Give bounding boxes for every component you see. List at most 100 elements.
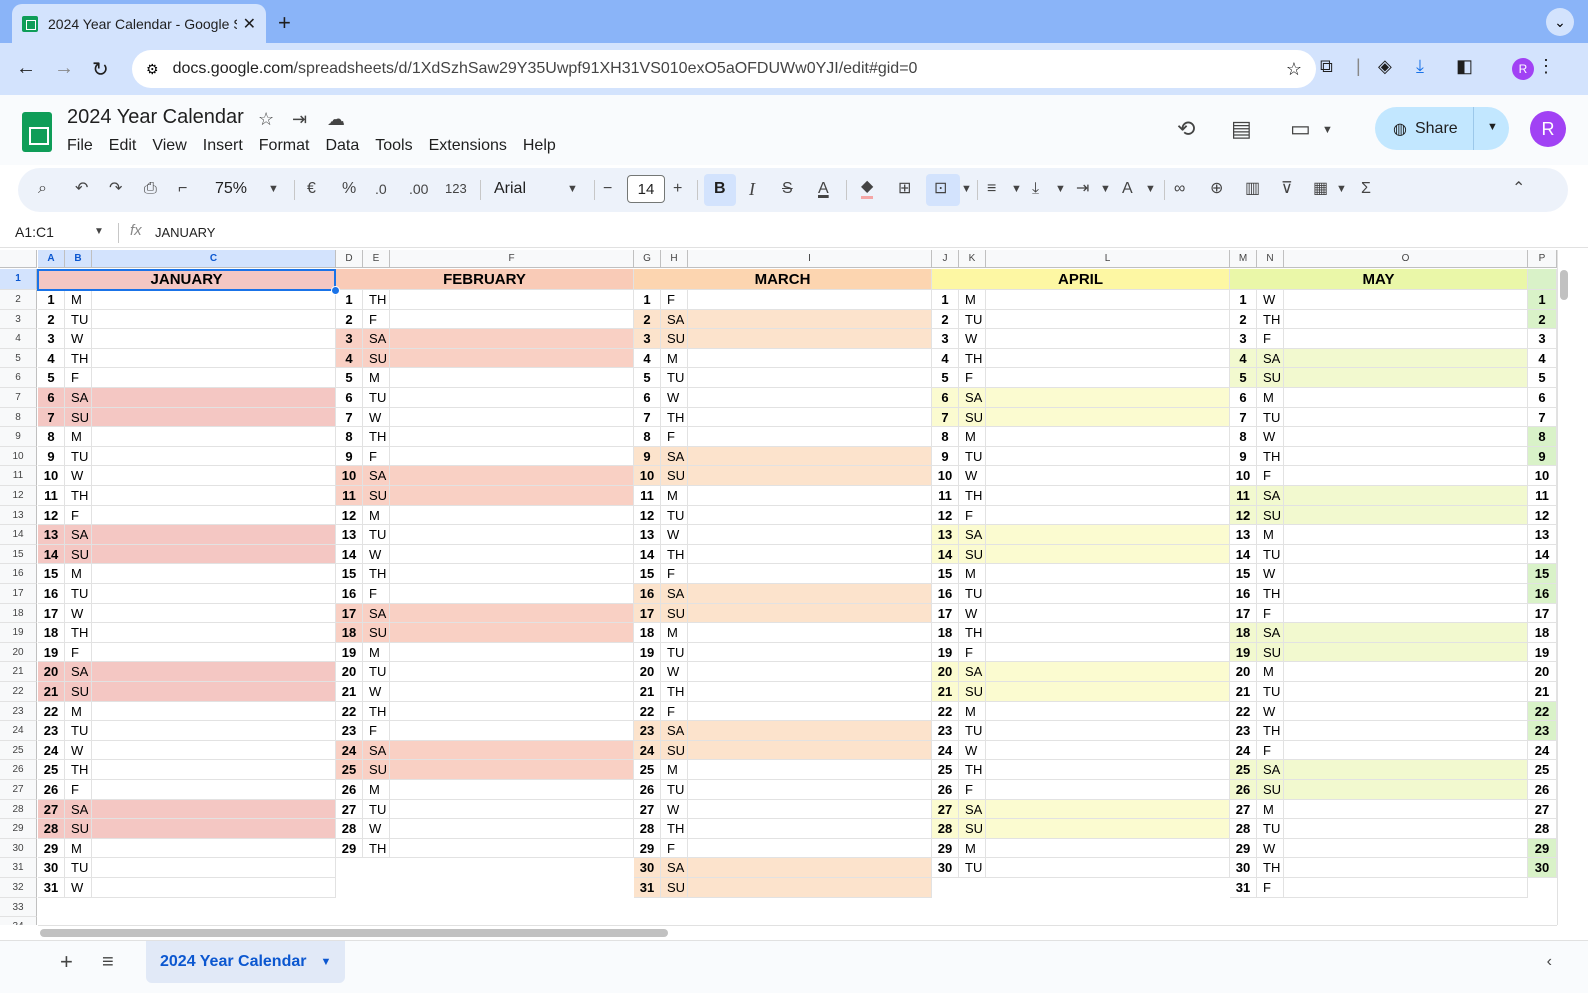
notes-cell[interactable]	[688, 642, 932, 663]
day-name-cell[interactable]: TH	[959, 486, 986, 506]
notes-cell[interactable]	[1284, 760, 1528, 780]
collapse-sheets-icon[interactable]: ‹	[1547, 953, 1552, 971]
day-number-cell[interactable]: 29	[932, 838, 959, 859]
day-name-cell[interactable]: TH	[1257, 309, 1284, 330]
day-name-cell[interactable]: M	[1257, 662, 1284, 682]
day-name-cell[interactable]: W	[959, 603, 986, 624]
column-header-a[interactable]: A	[38, 250, 65, 268]
day-name-cell[interactable]: W	[363, 819, 390, 839]
row-header[interactable]: 4	[0, 329, 37, 349]
column-header-j[interactable]: J	[932, 250, 959, 268]
day-number-cell[interactable]: 9	[38, 446, 65, 467]
day-number-cell[interactable]: 2	[932, 309, 959, 330]
day-name-cell[interactable]: SU	[959, 407, 986, 428]
day-number-cell[interactable]: 23	[1528, 721, 1557, 741]
row-header[interactable]: 33	[0, 897, 37, 918]
column-header-o[interactable]: O	[1284, 250, 1528, 268]
notes-cell[interactable]	[1284, 290, 1528, 310]
notes-cell[interactable]	[688, 446, 932, 467]
day-number-cell[interactable]: 11	[1528, 486, 1557, 506]
day-name-cell[interactable]: TH	[65, 760, 92, 780]
day-name-cell[interactable]: W	[1257, 564, 1284, 584]
day-number-cell[interactable]: 27	[1230, 799, 1257, 820]
hide-menus-icon[interactable]: ⌃	[1512, 178, 1525, 200]
day-number-cell[interactable]: 30	[1230, 858, 1257, 878]
notes-cell[interactable]	[390, 642, 634, 663]
day-number-cell[interactable]: 3	[38, 329, 65, 349]
day-name-cell[interactable]: M	[959, 838, 986, 859]
decrease-decimal-button[interactable]: .0	[375, 178, 387, 200]
menu-tools[interactable]: Tools	[375, 137, 412, 155]
share-caret-icon[interactable]: ▼	[1487, 121, 1498, 133]
row-header[interactable]: 30	[0, 838, 37, 859]
notes-cell[interactable]	[92, 838, 336, 859]
notes-cell[interactable]	[1284, 329, 1528, 349]
day-number-cell[interactable]: 2	[336, 309, 363, 330]
notes-cell[interactable]	[390, 388, 634, 408]
tab-search-icon[interactable]: ⌄	[1546, 8, 1574, 36]
notes-cell[interactable]	[986, 799, 1230, 820]
day-number-cell[interactable]: 16	[336, 584, 363, 604]
day-name-cell[interactable]: TH	[65, 486, 92, 506]
notes-cell[interactable]	[390, 564, 634, 584]
menu-extensions[interactable]: Extensions	[429, 137, 507, 155]
notes-cell[interactable]	[1284, 740, 1528, 761]
day-number-cell[interactable]: 18	[634, 623, 661, 643]
notes-cell[interactable]	[92, 466, 336, 486]
notes-cell[interactable]	[92, 446, 336, 467]
day-name-cell[interactable]: M	[1257, 525, 1284, 545]
day-number-cell[interactable]: 14	[1230, 544, 1257, 565]
notes-cell[interactable]	[92, 740, 336, 761]
column-header-k[interactable]: K	[959, 250, 986, 268]
day-number-cell[interactable]: 11	[1230, 486, 1257, 506]
notes-cell[interactable]	[986, 486, 1230, 506]
rotation-caret-icon[interactable]: ▼	[1145, 178, 1156, 200]
day-number-cell[interactable]: 30	[1528, 858, 1557, 878]
day-name-cell[interactable]: W	[65, 603, 92, 624]
day-number-cell[interactable]: 13	[38, 525, 65, 545]
day-number-cell[interactable]: 30	[932, 858, 959, 878]
notes-cell[interactable]	[688, 819, 932, 839]
day-number-cell[interactable]: 27	[932, 799, 959, 820]
day-number-cell[interactable]: 3	[1528, 329, 1557, 349]
insert-chart-icon[interactable]: ▥	[1245, 178, 1260, 200]
notes-cell[interactable]	[390, 466, 634, 486]
day-name-cell[interactable]: TH	[661, 544, 688, 565]
day-name-cell[interactable]: SU	[1257, 780, 1284, 800]
day-number-cell[interactable]: 15	[1528, 564, 1557, 584]
day-number-cell[interactable]: 22	[1230, 701, 1257, 722]
notes-cell[interactable]	[1284, 721, 1528, 741]
day-name-cell[interactable]: TU	[65, 446, 92, 467]
notes-cell[interactable]	[92, 819, 336, 839]
notes-cell[interactable]	[1284, 427, 1528, 447]
add-sheet-button[interactable]: +	[60, 949, 73, 975]
day-name-cell[interactable]: F	[65, 642, 92, 663]
day-name-cell[interactable]: W	[1257, 838, 1284, 859]
menu-view[interactable]: View	[152, 137, 186, 155]
row-header[interactable]: 2	[0, 290, 37, 310]
day-number-cell[interactable]: 9	[932, 446, 959, 467]
notes-cell[interactable]	[92, 760, 336, 780]
day-number-cell[interactable]: 8	[634, 427, 661, 447]
day-number-cell[interactable]: 12	[932, 505, 959, 526]
notes-cell[interactable]	[390, 662, 634, 682]
day-name-cell[interactable]: TH	[363, 427, 390, 447]
notes-cell[interactable]	[688, 505, 932, 526]
day-number-cell[interactable]: 28	[336, 819, 363, 839]
day-name-cell[interactable]: TU	[1257, 544, 1284, 565]
notes-cell[interactable]	[688, 623, 932, 643]
day-name-cell[interactable]: F	[661, 838, 688, 859]
day-name-cell[interactable]: W	[363, 544, 390, 565]
day-number-cell[interactable]: 1	[336, 290, 363, 310]
notes-cell[interactable]	[986, 623, 1230, 643]
day-number-cell[interactable]: 25	[634, 760, 661, 780]
notes-cell[interactable]	[1284, 878, 1528, 898]
day-name-cell[interactable]: M	[959, 427, 986, 447]
day-name-cell[interactable]: SU	[661, 878, 688, 898]
day-number-cell[interactable]: 26	[634, 780, 661, 800]
notes-cell[interactable]	[986, 446, 1230, 467]
text-wrapping-icon[interactable]: ⇥	[1076, 178, 1089, 200]
row-header[interactable]: 1	[0, 269, 37, 290]
day-name-cell[interactable]: TH	[363, 564, 390, 584]
day-number-cell[interactable]: 4	[1528, 348, 1557, 369]
